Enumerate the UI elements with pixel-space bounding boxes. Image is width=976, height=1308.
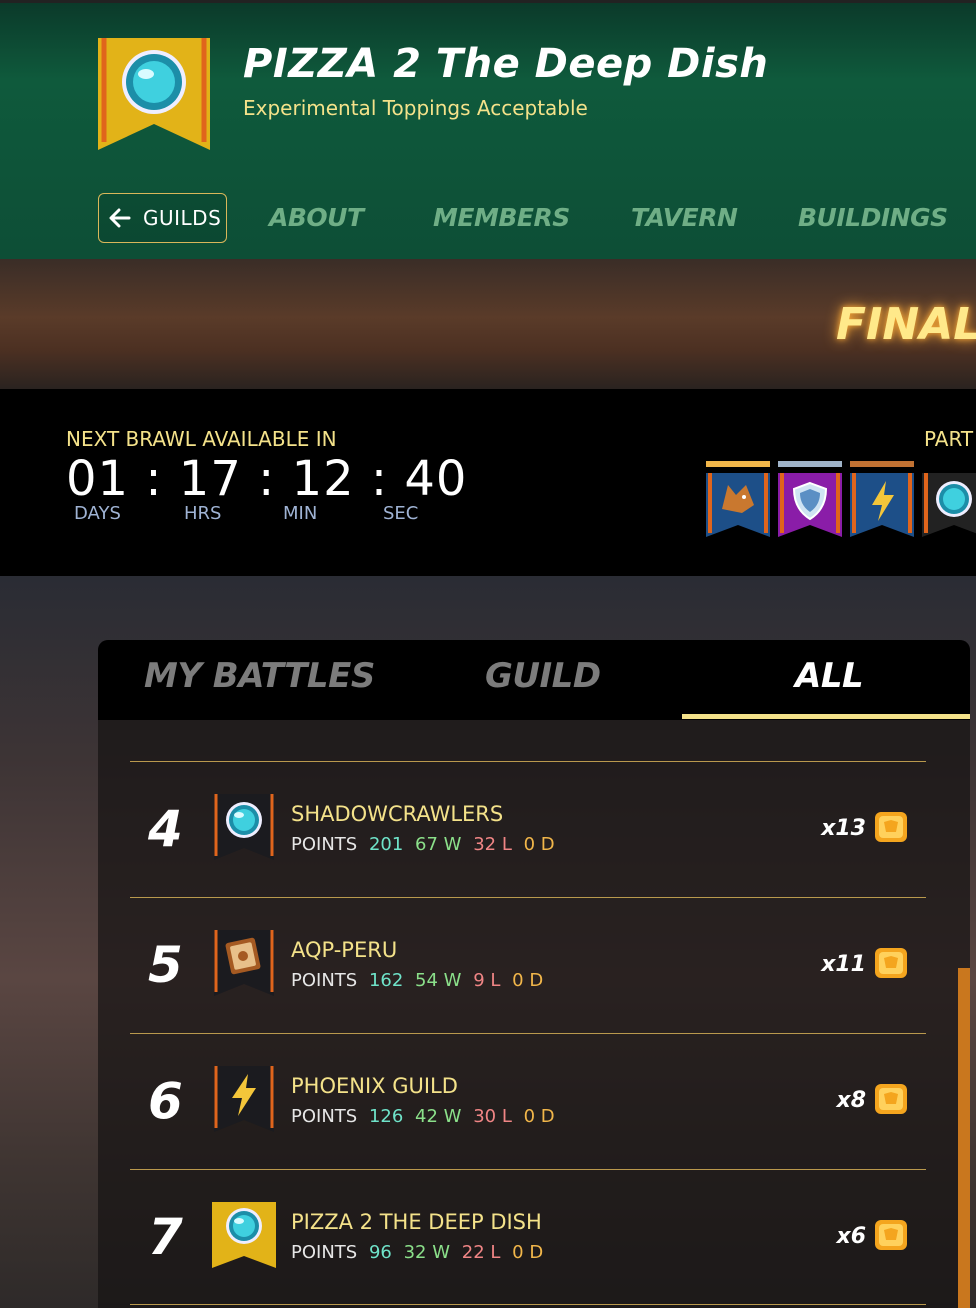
wins-value: 32 W [403, 1242, 451, 1263]
points-value: 162 [368, 970, 404, 991]
standings-row: 6 PHOENIX GUILD POINTS 126 42 W 30 L 0 D… [130, 1033, 926, 1169]
participant-banners [706, 461, 976, 537]
guild-name[interactable]: PHOENIX GUILD [291, 1074, 458, 1098]
guild-stats: POINTS 201 67 W 32 L 0 D [291, 834, 561, 855]
participants-label: PART [924, 427, 974, 451]
hero-strip: FINAL I [0, 259, 976, 389]
wins-value: 67 W [415, 834, 462, 855]
tab-guild[interactable]: GUILD [485, 656, 601, 696]
arrow-left-icon [109, 208, 131, 228]
reward-multiplier: x8 [836, 1088, 867, 1113]
gold-orb-crest-icon [212, 1202, 276, 1268]
merit-token-icon [875, 1084, 907, 1114]
tab-all[interactable]: ALL [795, 656, 864, 696]
guild-banner-icon [98, 38, 210, 150]
timer-hrs: 17 [178, 451, 242, 507]
rank: 6 [148, 1072, 183, 1130]
timer-unit-days: DAYS [74, 503, 121, 524]
scrollbar[interactable] [958, 968, 970, 1308]
losses-value: 9 L [473, 970, 501, 991]
guild-title: PIZZA 2 The Deep Dish [243, 41, 769, 87]
wolf-crest-icon[interactable] [706, 461, 770, 537]
draws-value: 0 D [512, 970, 544, 991]
row-divider [130, 1304, 926, 1305]
rank: 4 [148, 800, 183, 858]
guild-stats: POINTS 126 42 W 30 L 0 D [291, 1106, 561, 1127]
hero-title: FINAL I [836, 299, 976, 350]
reward-multiplier: x11 [821, 952, 866, 977]
points-value: 126 [368, 1106, 404, 1127]
timer-days: 01 [66, 451, 130, 507]
back-to-guilds-button[interactable]: GUILDS [98, 193, 227, 243]
tab-members[interactable]: MEMBERS [433, 203, 570, 232]
losses-value: 30 L [473, 1106, 512, 1127]
merit-token-icon [875, 812, 907, 842]
battle-tabs: MY BATTLES GUILD ALL [98, 640, 970, 720]
points-label: POINTS [291, 834, 358, 855]
timer-sec: 40 [404, 451, 468, 507]
timer-min: 12 [291, 451, 355, 507]
standings-row: 5 AQP-PERU POINTS 162 54 W 9 L 0 D x11 [130, 897, 926, 1033]
guild-name[interactable]: SHADOWCRAWLERS [291, 802, 503, 826]
wins-value: 42 W [415, 1106, 462, 1127]
rank: 5 [148, 936, 183, 994]
merit-token-icon [875, 948, 907, 978]
brawl-timer-bar: NEXT BRAWL AVAILABLE IN 01 : 17 : 12 : 4… [0, 389, 976, 576]
guild-motto: Experimental Toppings Acceptable [243, 96, 588, 120]
losses-value: 32 L [473, 834, 512, 855]
active-tab-indicator [682, 714, 970, 719]
losses-value: 22 L [461, 1242, 501, 1263]
timer-unit-min: MIN [283, 503, 318, 524]
draws-value: 0 D [523, 1106, 555, 1127]
lightning-crest-icon [214, 1066, 274, 1132]
reward-multiplier: x6 [836, 1224, 867, 1249]
points-label: POINTS [291, 1242, 358, 1263]
tab-my-battles[interactable]: MY BATTLES [144, 656, 375, 696]
timer-unit-sec: SEC [383, 503, 419, 524]
guild-nav: GUILDS ABOUT MEMBERS TAVERN BUILDINGS [0, 193, 976, 243]
shield-crest-icon[interactable] [778, 461, 842, 537]
points-label: POINTS [291, 970, 358, 991]
orb-crest-icon [214, 794, 274, 860]
guild-name[interactable]: PIZZA 2 THE DEEP DISH [291, 1210, 542, 1234]
rank: 7 [148, 1208, 183, 1266]
points-value: 201 [368, 834, 404, 855]
points-label: POINTS [291, 1106, 358, 1127]
timer-separator: : [145, 451, 163, 507]
countdown-timer: 01 : 17 : 12 : 40 [66, 451, 467, 507]
back-button-label: GUILDS [143, 206, 222, 230]
timer-label: NEXT BRAWL AVAILABLE IN [66, 427, 337, 451]
draws-value: 0 D [512, 1242, 544, 1263]
reward-multiplier: x13 [821, 816, 866, 841]
timer-separator: : [258, 451, 276, 507]
tab-tavern[interactable]: TAVERN [631, 203, 738, 232]
merit-token-icon [875, 1220, 907, 1250]
tab-buildings[interactable]: BUILDINGS [798, 203, 948, 232]
wins-value: 54 W [415, 970, 462, 991]
standings-row: 4 SHADOWCRAWLERS POINTS 201 67 W 32 L 0 … [130, 761, 926, 897]
orb-crest-icon[interactable] [922, 473, 976, 537]
book-crest-icon [214, 930, 274, 996]
standings-row: 7 PIZZA 2 THE DEEP DISH POINTS 96 32 W 2… [130, 1169, 926, 1305]
timer-unit-hrs: HRS [184, 503, 222, 524]
guild-header: PIZZA 2 The Deep Dish Experimental Toppi… [0, 0, 976, 259]
timer-separator: : [370, 451, 389, 507]
guild-stats: POINTS 162 54 W 9 L 0 D [291, 970, 549, 991]
lightning-crest-icon[interactable] [850, 461, 914, 537]
points-value: 96 [368, 1242, 392, 1263]
guild-name[interactable]: AQP-PERU [291, 938, 397, 962]
guild-stats: POINTS 96 32 W 22 L 0 D [291, 1242, 549, 1263]
tab-about[interactable]: ABOUT [269, 203, 364, 232]
draws-value: 0 D [523, 834, 555, 855]
